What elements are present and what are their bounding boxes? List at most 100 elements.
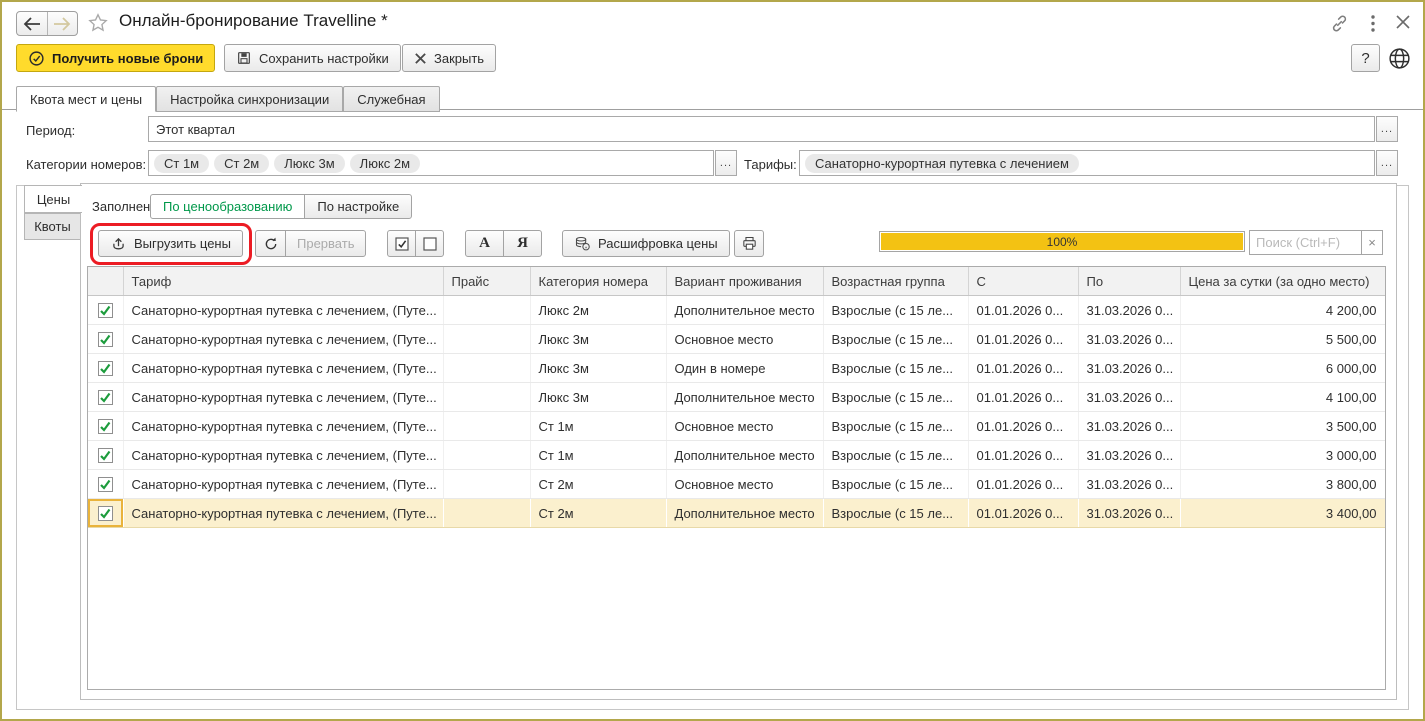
period-input[interactable] [154, 121, 1369, 138]
window-close-button[interactable] [1395, 14, 1411, 30]
row-checkbox[interactable] [98, 448, 113, 463]
get-link-button[interactable] [1329, 13, 1350, 34]
price-breakdown-button[interactable]: Расшифровка цены [562, 230, 730, 257]
side-tab-prices[interactable]: Цены [24, 185, 82, 213]
table-row[interactable]: Санаторно-курортная путевка с лечением, … [88, 354, 1385, 383]
print-button[interactable] [734, 230, 764, 257]
header-room-category[interactable]: Категория номера [530, 267, 666, 296]
prices-table: Тариф Прайс Категория номера Вариант про… [88, 267, 1386, 528]
cell-age_group: Взрослые (с 15 ле... [823, 499, 968, 528]
fill-toggle-group: По ценообразованию По настройке [150, 194, 412, 219]
row-checkbox-cell[interactable] [88, 325, 123, 354]
letter-ya-button[interactable]: Я [503, 230, 542, 257]
room-categories-label: Категории номеров: [26, 157, 146, 172]
row-checkbox[interactable] [98, 361, 113, 376]
history-nav [16, 11, 78, 36]
header-price-per-day[interactable]: Цена за сутки (за одно место) [1180, 267, 1385, 296]
cell-date_to: 31.03.2026 0... [1078, 441, 1180, 470]
page-tabs: Квота мест и цены Настройка синхронизаци… [16, 86, 440, 112]
row-checkbox[interactable] [98, 477, 113, 492]
upload-prices-button[interactable]: Выгрузить цены [98, 230, 243, 257]
cell-date_to: 31.03.2026 0... [1078, 470, 1180, 499]
cell-price: 4 100,00 [1180, 383, 1385, 412]
fill-by-settings-toggle[interactable]: По настройке [304, 194, 412, 219]
table-row[interactable]: Санаторно-курортная путевка с лечением, … [88, 441, 1385, 470]
room-categories-more-button[interactable]: ... [715, 150, 737, 176]
search-input[interactable] [1249, 230, 1362, 255]
table-row[interactable]: Санаторно-курортная путевка с лечением, … [88, 383, 1385, 412]
header-price-list[interactable]: Прайс [443, 267, 530, 296]
close-x-icon [414, 52, 427, 65]
cell-date_from: 01.01.2026 0... [968, 499, 1078, 528]
cell-variant: Дополнительное место [666, 441, 823, 470]
table-row[interactable]: Санаторно-курортная путевка с лечением, … [88, 325, 1385, 354]
check-all-button[interactable] [387, 230, 416, 257]
cell-variant: Дополнительное место [666, 383, 823, 412]
header-date-to[interactable]: По [1078, 267, 1180, 296]
kebab-menu-icon [1364, 13, 1382, 34]
category-chip: Люкс 2м [350, 154, 420, 173]
letter-a-button[interactable]: А [465, 230, 504, 257]
cell-date_to: 31.03.2026 0... [1078, 412, 1180, 441]
row-checkbox-cell[interactable] [88, 412, 123, 441]
row-checkbox[interactable] [98, 419, 113, 434]
fill-by-pricing-toggle[interactable]: По ценообразованию [150, 194, 305, 219]
cell-category: Ст 1м [530, 412, 666, 441]
progress-fill: 100% [881, 233, 1243, 250]
uncheck-all-button[interactable] [415, 230, 444, 257]
header-age-group[interactable]: Возрастная группа [823, 267, 968, 296]
cell-price_list [443, 354, 530, 383]
close-form-button[interactable]: Закрыть [402, 44, 496, 72]
abort-button[interactable]: Прервать [285, 230, 366, 257]
search-clear-button[interactable]: × [1361, 230, 1383, 255]
row-checkbox[interactable] [98, 303, 113, 318]
progress-bar: 100% [879, 231, 1245, 252]
period-field[interactable] [148, 116, 1375, 142]
save-settings-button[interactable]: Сохранить настройки [224, 44, 401, 72]
row-checkbox-cell[interactable] [88, 354, 123, 383]
tab-kvota-mest-i-ceny[interactable]: Квота мест и цены [16, 86, 156, 112]
favorite-star-icon[interactable] [87, 12, 109, 34]
side-tab-quotas[interactable]: Квоты [24, 213, 81, 240]
cell-price: 5 500,00 [1180, 325, 1385, 354]
cell-price: 3 800,00 [1180, 470, 1385, 499]
period-more-button[interactable]: ... [1376, 116, 1398, 142]
cell-variant: Основное место [666, 470, 823, 499]
table-row[interactable]: Санаторно-курортная путевка с лечением, … [88, 296, 1385, 325]
abort-label: Прервать [297, 236, 354, 251]
tab-nastroyka-sinhronizacii[interactable]: Настройка синхронизации [156, 86, 343, 112]
row-checkbox-cell[interactable] [88, 499, 123, 528]
category-chip: Ст 1м [154, 154, 209, 173]
back-button[interactable] [17, 12, 47, 35]
tariffs-field[interactable]: Санаторно-курортная путевка с лечением [799, 150, 1375, 176]
row-checkbox-cell[interactable] [88, 383, 123, 412]
refresh-button[interactable] [255, 230, 286, 257]
row-checkbox[interactable] [98, 390, 113, 405]
row-checkbox-cell[interactable] [88, 296, 123, 325]
globe-icon[interactable] [1387, 46, 1412, 71]
header-date-from[interactable]: С [968, 267, 1078, 296]
get-new-bookings-button[interactable]: Получить новые брони [16, 44, 215, 72]
link-icon [1329, 13, 1350, 34]
help-button[interactable]: ? [1351, 44, 1380, 72]
row-checkbox[interactable] [98, 332, 113, 347]
table-row[interactable]: Санаторно-курортная путевка с лечением, … [88, 412, 1385, 441]
row-checkbox-cell[interactable] [88, 441, 123, 470]
header-stay-variant[interactable]: Вариант проживания [666, 267, 823, 296]
header-tariff[interactable]: Тариф [123, 267, 443, 296]
forward-button[interactable] [47, 12, 78, 35]
check-uncheck-group [387, 230, 444, 257]
row-checkbox-cell[interactable] [88, 470, 123, 499]
tariffs-more-button[interactable]: ... [1376, 150, 1398, 176]
back-arrow-icon [23, 17, 41, 31]
cell-price: 6 000,00 [1180, 354, 1385, 383]
table-row[interactable]: Санаторно-курортная путевка с лечением, … [88, 499, 1385, 528]
table-row[interactable]: Санаторно-курортная путевка с лечением, … [88, 470, 1385, 499]
row-checkbox[interactable] [98, 506, 113, 521]
cell-price: 4 200,00 [1180, 296, 1385, 325]
room-categories-field[interactable]: Ст 1мСт 2мЛюкс 3мЛюкс 2м [148, 150, 714, 176]
header-checkbox[interactable] [88, 267, 123, 296]
tab-sluzhebnaya[interactable]: Служебная [343, 86, 439, 112]
more-menu-button[interactable] [1364, 13, 1382, 34]
cell-age_group: Взрослые (с 15 ле... [823, 412, 968, 441]
